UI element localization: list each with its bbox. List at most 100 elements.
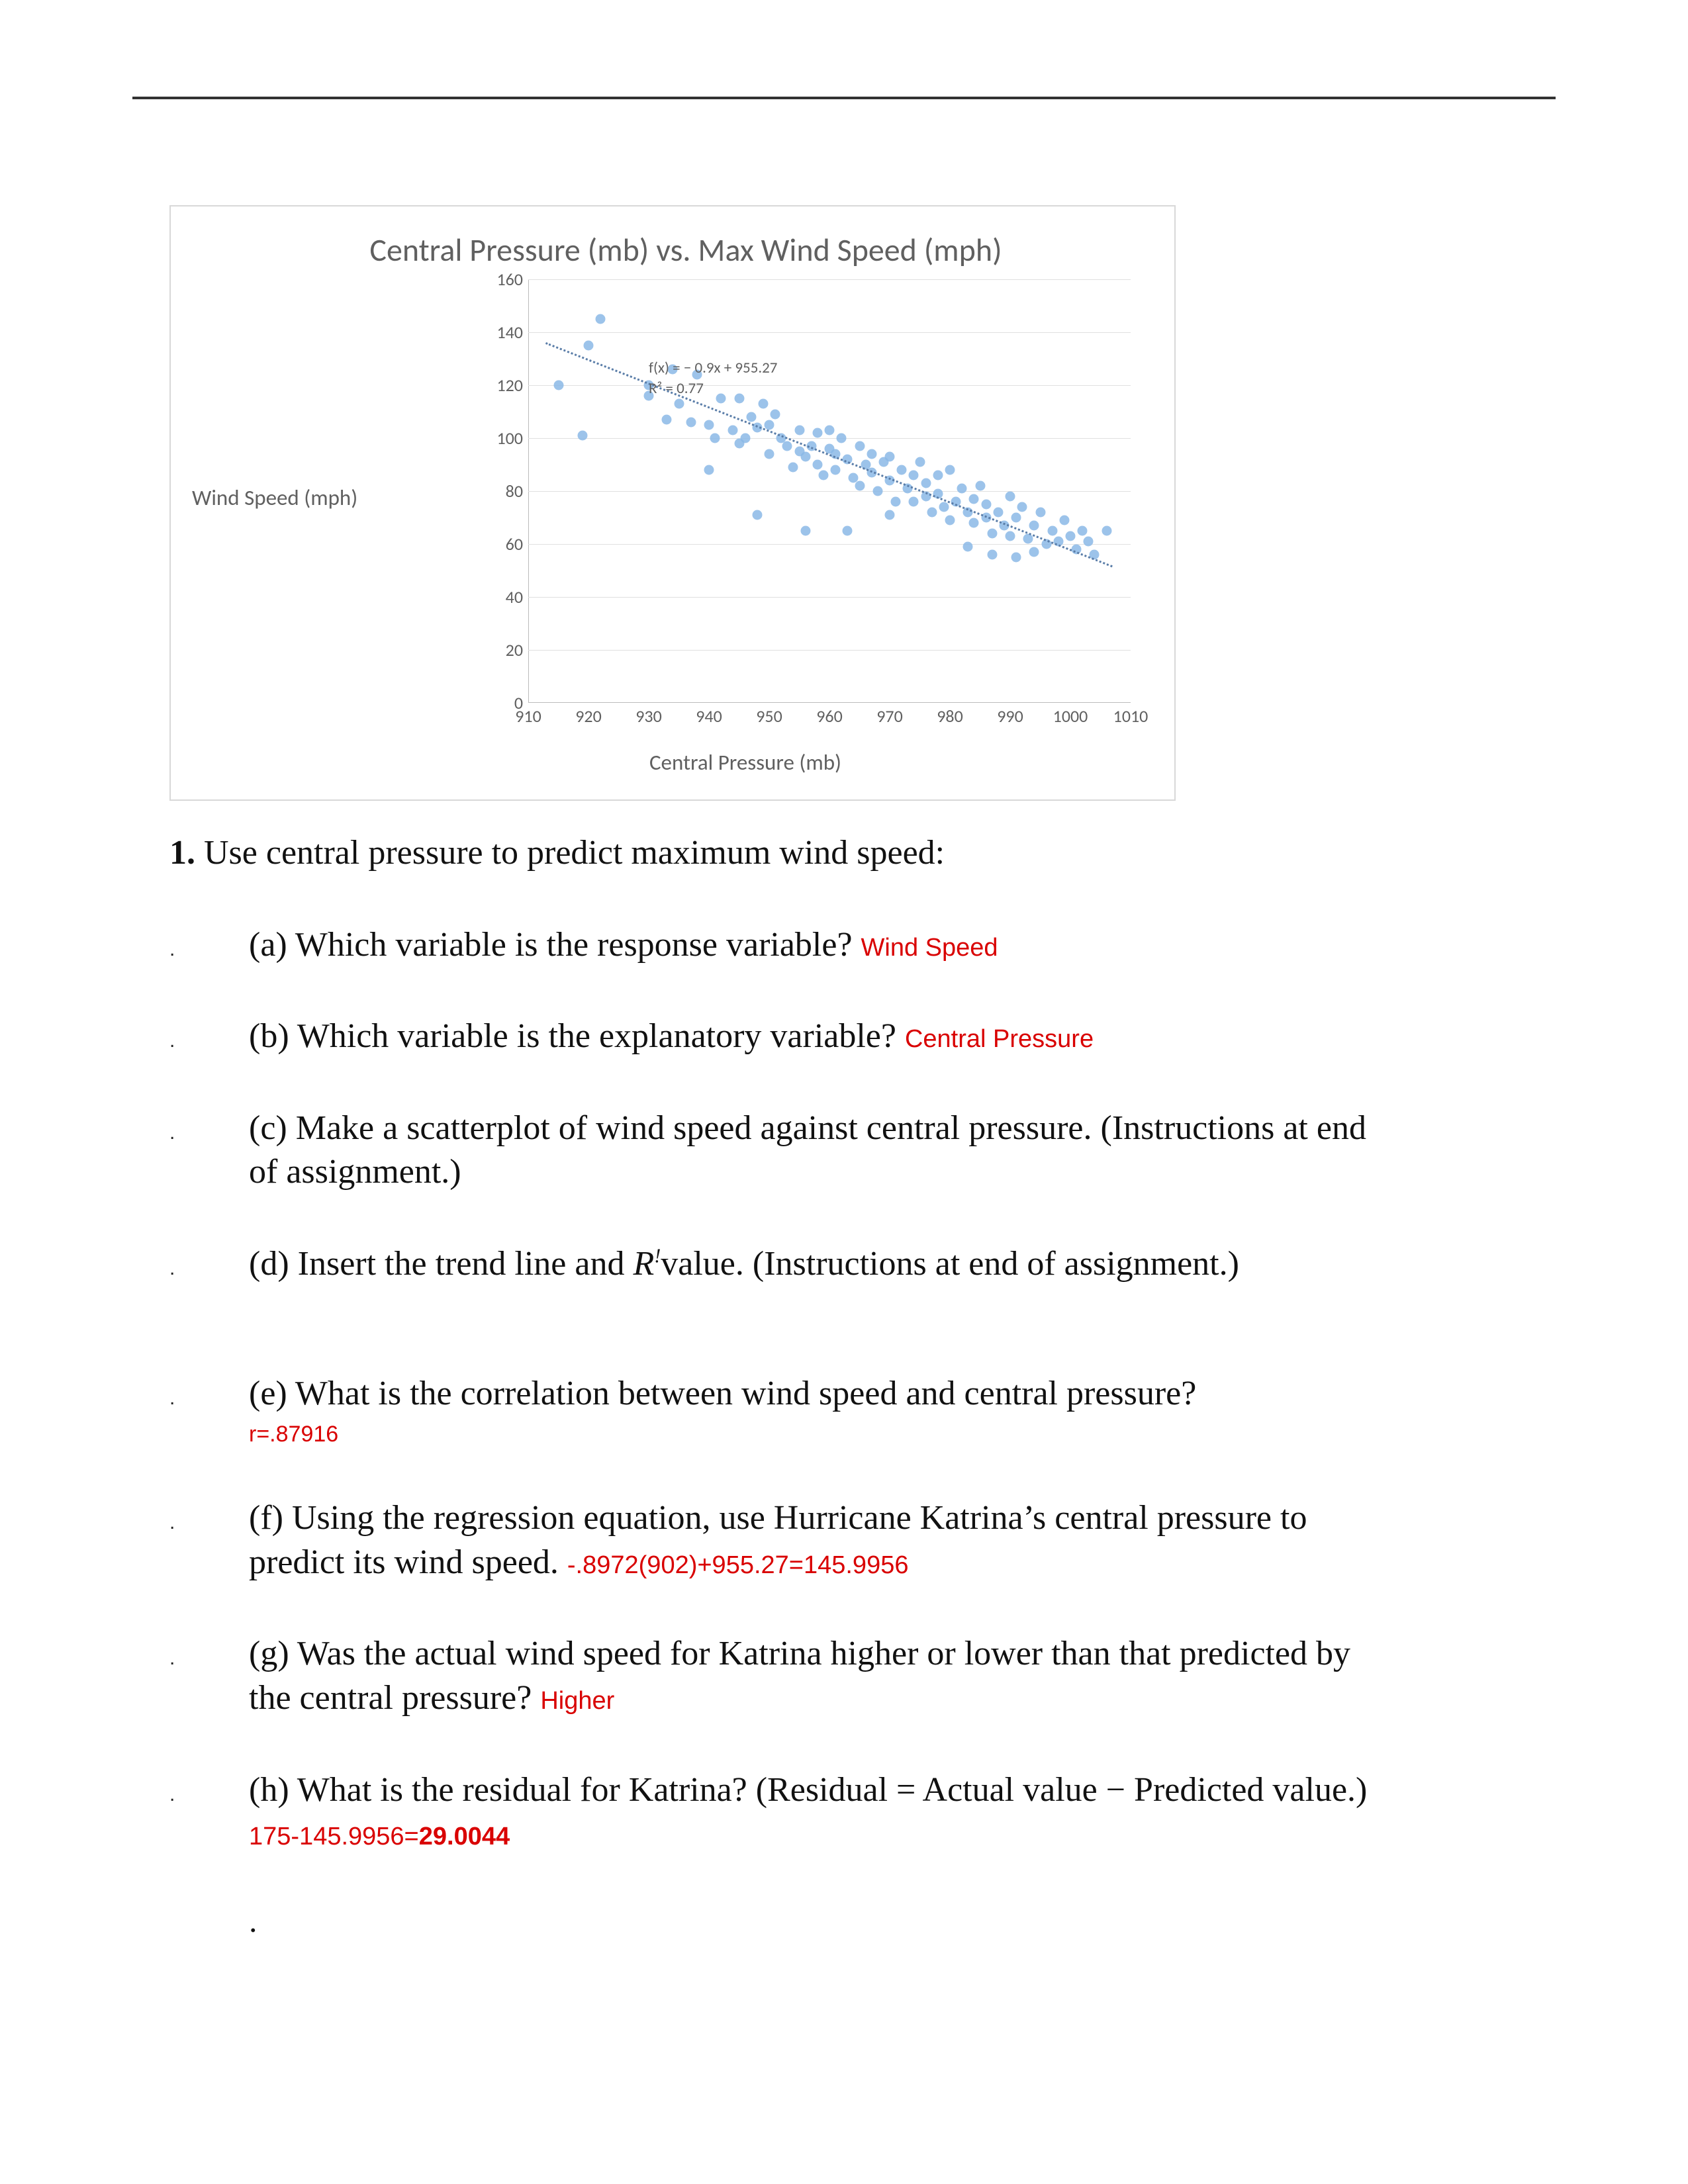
bullet-icon: . xyxy=(169,1377,249,1408)
x-tick-label: 990 xyxy=(997,705,1023,727)
q-text: Was the actual wind speed for Katrina hi… xyxy=(249,1635,1350,1717)
question-a: . (a) Which variable is the response var… xyxy=(169,923,1374,968)
x-tick-label: 910 xyxy=(515,705,541,727)
question-b: . (b) Which variable is the explanatory … xyxy=(169,1015,1374,1059)
data-point xyxy=(993,508,1003,518)
r-symbol: R xyxy=(633,1245,654,1283)
data-point xyxy=(885,452,895,462)
y-tick-label: 160 xyxy=(496,269,523,290)
q-letter: (g) xyxy=(249,1635,289,1672)
chart-title: Central Pressure (mb) vs. Max Wind Speed… xyxy=(171,230,1174,269)
question-e: . (e) What is the correlation between wi… xyxy=(169,1372,1374,1449)
bullet-icon: . xyxy=(169,1773,249,1805)
data-point xyxy=(710,433,720,443)
data-point xyxy=(855,441,865,451)
data-point xyxy=(909,497,919,507)
q-letter: (c) xyxy=(249,1109,287,1147)
data-point xyxy=(843,526,853,536)
y-tick-label: 80 xyxy=(506,480,523,502)
bullet-icon: . xyxy=(169,1501,249,1533)
question-c: . (c) Make a scatterplot of wind speed a… xyxy=(169,1107,1374,1195)
data-point xyxy=(800,452,810,462)
q-answer: Central Pressure xyxy=(905,1025,1094,1053)
data-point xyxy=(553,381,563,390)
chart-ylabel: Wind Speed (mph) xyxy=(192,484,357,511)
y-tick-label: 40 xyxy=(506,586,523,608)
x-tick-label: 950 xyxy=(756,705,782,727)
data-point xyxy=(921,478,931,488)
x-tick-label: 1000 xyxy=(1053,705,1088,727)
data-point xyxy=(577,431,587,441)
data-point xyxy=(794,426,804,435)
q-letter: (f) xyxy=(249,1499,283,1537)
data-point xyxy=(812,428,822,438)
data-point xyxy=(771,410,780,420)
q-text-before: Insert the trend line and xyxy=(298,1245,633,1283)
question-lead-text: Use central pressure to predict maximum … xyxy=(204,834,945,872)
r-sup: ! xyxy=(654,1244,661,1267)
bullet-icon: . xyxy=(169,928,249,960)
data-point xyxy=(909,471,919,480)
data-point xyxy=(933,471,943,480)
x-tick-label: 960 xyxy=(816,705,843,727)
chart-xlabel: Central Pressure (mb) xyxy=(171,749,1174,776)
data-point xyxy=(1066,531,1076,541)
data-point xyxy=(831,465,841,475)
data-point xyxy=(872,486,882,496)
questions: 1. Use central pressure to predict maxim… xyxy=(169,831,1374,1940)
data-point xyxy=(818,471,828,480)
data-point xyxy=(1059,516,1069,525)
data-point xyxy=(885,510,895,520)
data-point xyxy=(765,449,774,459)
data-point xyxy=(740,433,750,443)
data-point xyxy=(927,508,937,518)
bullet-icon: . xyxy=(169,1247,249,1279)
x-tick-label: 980 xyxy=(937,705,963,727)
scatter-chart: Central Pressure (mb) vs. Max Wind Speed… xyxy=(169,205,1176,801)
data-point xyxy=(1078,526,1088,536)
data-point xyxy=(1047,526,1057,536)
question-g: . (g) Was the actual wind speed for Katr… xyxy=(169,1632,1374,1720)
bullet-icon: . xyxy=(169,1637,249,1668)
data-point xyxy=(1029,547,1039,557)
q-letter: (a) xyxy=(249,926,287,964)
q-answer: Higher xyxy=(540,1687,614,1715)
reg-r2: R² = 0.77 xyxy=(649,379,704,398)
data-point xyxy=(987,529,997,539)
data-point xyxy=(969,494,979,504)
q-letter: (h) xyxy=(249,1771,289,1809)
data-point xyxy=(728,426,738,435)
q-text: Which variable is the explanatory variab… xyxy=(297,1017,896,1055)
x-tick-label: 930 xyxy=(635,705,662,727)
data-point xyxy=(837,433,847,443)
data-point xyxy=(969,518,979,528)
data-point xyxy=(1011,513,1021,523)
data-point xyxy=(1017,502,1027,512)
q-text: Make a scatterplot of wind speed against… xyxy=(249,1109,1366,1191)
data-point xyxy=(752,510,762,520)
data-point xyxy=(897,465,907,475)
data-point xyxy=(975,481,985,491)
data-point xyxy=(746,412,756,422)
page: Central Pressure (mb) vs. Max Wind Speed… xyxy=(0,0,1688,2184)
data-point xyxy=(782,441,792,451)
data-point xyxy=(800,526,810,536)
bullet-icon: . xyxy=(169,1019,249,1051)
data-point xyxy=(674,399,684,409)
q-text: What is the residual for Katrina? (Resid… xyxy=(297,1771,1368,1809)
data-point xyxy=(957,484,967,494)
data-point xyxy=(758,399,768,409)
data-point xyxy=(981,500,991,510)
chart-x-ticks: 91092093094095096097098099010001010 xyxy=(528,703,1131,725)
q-answer: -.8972(902)+955.27=145.9956 xyxy=(567,1551,909,1579)
x-tick-label: 940 xyxy=(696,705,722,727)
question-h: . (h) What is the residual for Katrina? … xyxy=(169,1768,1374,1856)
q-letter: (b) xyxy=(249,1017,289,1055)
chart-y-ticks: 020406080100120140160 xyxy=(494,279,528,703)
y-tick-label: 140 xyxy=(496,322,523,343)
data-point xyxy=(825,426,835,435)
data-point xyxy=(1006,531,1015,541)
data-point xyxy=(584,341,594,351)
q-answer-part1: 175-145.9956= xyxy=(249,1823,419,1850)
data-point xyxy=(945,516,955,525)
